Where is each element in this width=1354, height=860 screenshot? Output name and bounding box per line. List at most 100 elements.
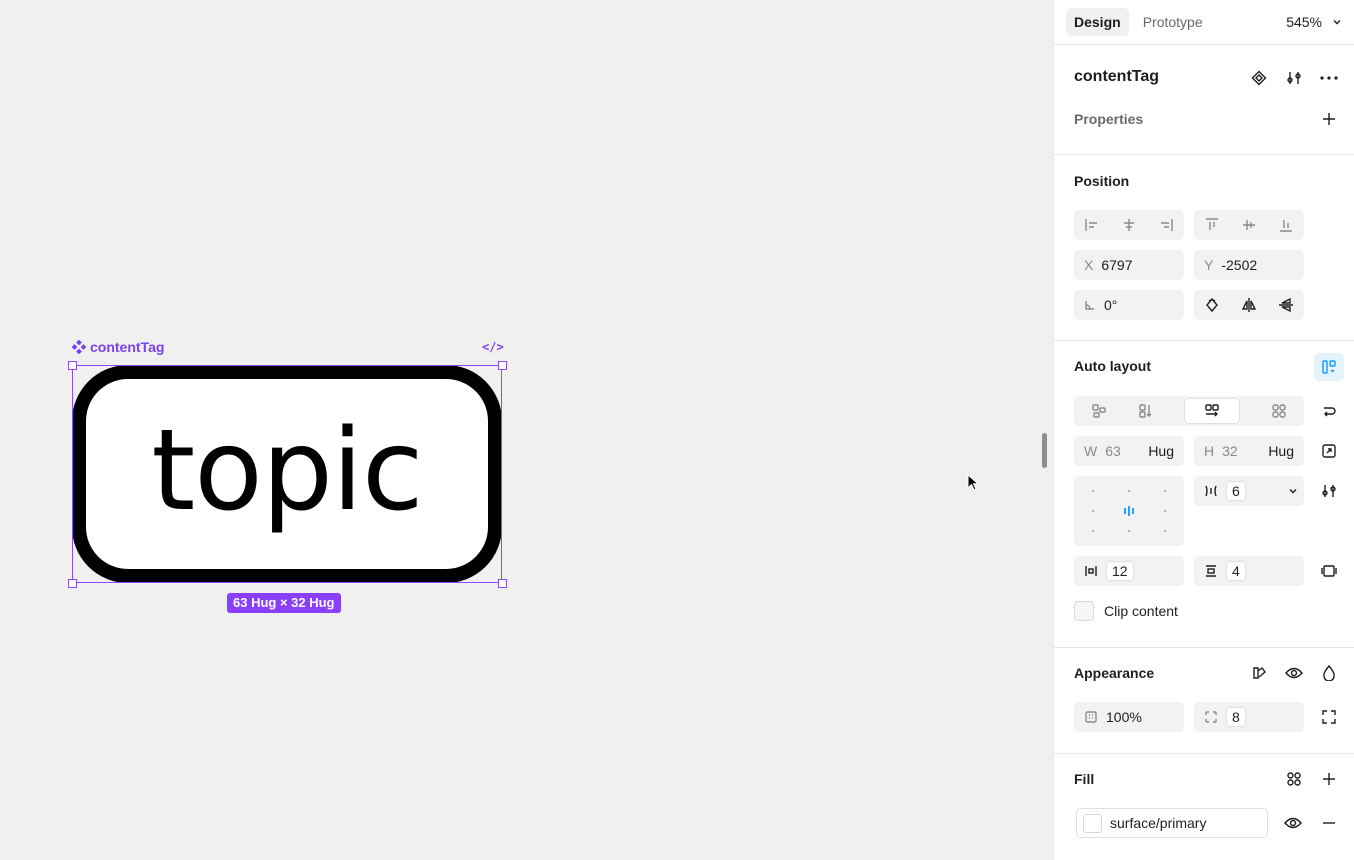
width-field[interactable]: W 63 Hug: [1074, 436, 1184, 466]
horizontal-layout-icon: [1205, 404, 1219, 417]
width-mode[interactable]: Hug: [1148, 443, 1174, 459]
align-right-icon[interactable]: [1158, 217, 1174, 233]
zoom-control[interactable]: 545%: [1286, 14, 1342, 30]
layout-direction-group: [1074, 396, 1304, 426]
fill-section: Fill: [1054, 753, 1354, 860]
x-value: 6797: [1101, 257, 1133, 273]
width-value: 63: [1105, 443, 1121, 459]
visibility-eye-icon[interactable]: [1282, 661, 1306, 685]
blend-mode-drop-icon[interactable]: [1317, 661, 1341, 685]
vertical-padding-value: 4: [1226, 561, 1246, 581]
variable-mode-icon[interactable]: [1247, 661, 1271, 685]
appearance-section: Appearance 100% 8: [1054, 647, 1354, 753]
appearance-title: Appearance: [1074, 665, 1155, 681]
height-value: 32: [1222, 443, 1238, 459]
corner-radius-field[interactable]: 8: [1194, 702, 1304, 732]
transform-group: [1194, 290, 1304, 320]
add-property-icon[interactable]: [1317, 107, 1341, 131]
width-label: W: [1084, 443, 1098, 459]
center-alignment-icon: [1124, 506, 1134, 516]
resizing-icon[interactable]: [1317, 439, 1341, 463]
remove-fill-icon[interactable]: [1317, 811, 1341, 835]
adjust-sliders-icon[interactable]: [1282, 66, 1306, 90]
wrap-icon[interactable]: [1317, 399, 1341, 423]
opacity-value: 100%: [1106, 709, 1142, 725]
x-label: X: [1084, 257, 1094, 273]
flip-vertical-icon[interactable]: [1278, 297, 1294, 313]
vertical-align-group: [1194, 210, 1304, 240]
component-label-text: contentTag: [90, 339, 165, 355]
align-horizontal-center-icon[interactable]: [1121, 217, 1137, 233]
grid-layout-icon[interactable]: [1271, 403, 1287, 419]
code-icon[interactable]: </>: [482, 340, 504, 354]
resize-handle-top-right[interactable]: [498, 361, 507, 370]
rotation-field[interactable]: 0°: [1074, 290, 1184, 320]
component-label[interactable]: contentTag: [72, 339, 164, 355]
horizontal-padding-field[interactable]: 12: [1074, 556, 1184, 586]
fill-style-name: surface/primary: [1110, 815, 1207, 831]
component-icon: [72, 340, 86, 354]
align-vertical-center-icon[interactable]: [1241, 217, 1257, 233]
tab-design[interactable]: Design: [1066, 8, 1129, 36]
component-section: contentTag Properties: [1054, 44, 1354, 154]
selection-frame: [72, 365, 502, 583]
resize-handle-bottom-right[interactable]: [498, 579, 507, 588]
auto-layout-title: Auto layout: [1074, 358, 1151, 374]
horizontal-layout-button[interactable]: [1184, 398, 1241, 424]
clip-content-label: Clip content: [1104, 603, 1178, 619]
y-position-field[interactable]: Y -2502: [1194, 250, 1304, 280]
scrollbar-thumb[interactable]: [1042, 433, 1047, 468]
opacity-icon: [1085, 711, 1097, 723]
individual-padding-icon[interactable]: [1317, 559, 1341, 583]
clip-content-checkbox[interactable]: [1074, 601, 1094, 621]
add-fill-icon[interactable]: [1317, 767, 1341, 791]
auto-layout-settings-icon[interactable]: [1314, 353, 1344, 381]
align-left-icon[interactable]: [1084, 217, 1100, 233]
mouse-cursor-icon: [967, 474, 979, 491]
x-position-field[interactable]: X 6797: [1074, 250, 1184, 280]
height-mode[interactable]: Hug: [1268, 443, 1294, 459]
chevron-down-icon: [1333, 20, 1341, 25]
opacity-field[interactable]: 100%: [1074, 702, 1184, 732]
fill-visibility-eye-icon[interactable]: [1281, 811, 1305, 835]
rotate-90-icon[interactable]: [1204, 297, 1220, 313]
vertical-layout-icon[interactable]: [1138, 403, 1154, 419]
align-top-icon[interactable]: [1204, 217, 1220, 233]
independent-corners-icon[interactable]: [1317, 705, 1341, 729]
design-canvas[interactable]: contentTag </> topic 63 Hug × 32 Hug: [0, 0, 1053, 860]
fill-style-field[interactable]: surface/primary: [1076, 808, 1268, 838]
flip-horizontal-icon[interactable]: [1241, 297, 1257, 313]
tab-prototype[interactable]: Prototype: [1135, 8, 1211, 36]
alignment-grid[interactable]: [1074, 476, 1184, 546]
freeform-layout-icon[interactable]: [1091, 403, 1107, 419]
gap-icon: [1205, 485, 1217, 497]
align-bottom-icon[interactable]: [1278, 217, 1294, 233]
y-value: -2502: [1221, 257, 1258, 273]
fill-color-swatch[interactable]: [1083, 813, 1102, 833]
height-field[interactable]: H 32 Hug: [1194, 436, 1304, 466]
horizontal-padding-value: 12: [1106, 561, 1134, 581]
more-options-icon[interactable]: [1317, 66, 1341, 90]
resize-handle-bottom-left[interactable]: [68, 579, 77, 588]
rotation-value: 0°: [1104, 297, 1118, 313]
horizontal-padding-icon: [1085, 566, 1097, 576]
gap-value: 6: [1226, 481, 1246, 501]
size-badge: 63 Hug × 32 Hug: [227, 593, 341, 613]
position-title: Position: [1074, 173, 1130, 189]
gap-field[interactable]: 6: [1194, 476, 1304, 506]
layout-sliders-icon[interactable]: [1317, 479, 1341, 503]
vertical-padding-icon: [1206, 565, 1216, 577]
styles-grid-icon[interactable]: [1282, 767, 1306, 791]
component-name[interactable]: contentTag: [1074, 68, 1159, 86]
resize-handle-top-left[interactable]: [68, 361, 77, 370]
angle-icon: [1085, 301, 1094, 310]
horizontal-align-group: [1074, 210, 1184, 240]
properties-panel: Design Prototype 545% contentTag Propert…: [1053, 0, 1354, 860]
vertical-padding-field[interactable]: 4: [1194, 556, 1304, 586]
gap-dropdown-icon[interactable]: [1288, 486, 1298, 496]
properties-label: Properties: [1074, 111, 1144, 127]
auto-layout-section: Auto layout W 63 Hug H 32 Hug 6 12 4 Cli…: [1054, 340, 1354, 647]
component-diamond-icon[interactable]: [1247, 66, 1271, 90]
corner-radius-icon: [1205, 711, 1217, 723]
position-section: Position X 6797 Y -2502 0°: [1054, 154, 1354, 340]
